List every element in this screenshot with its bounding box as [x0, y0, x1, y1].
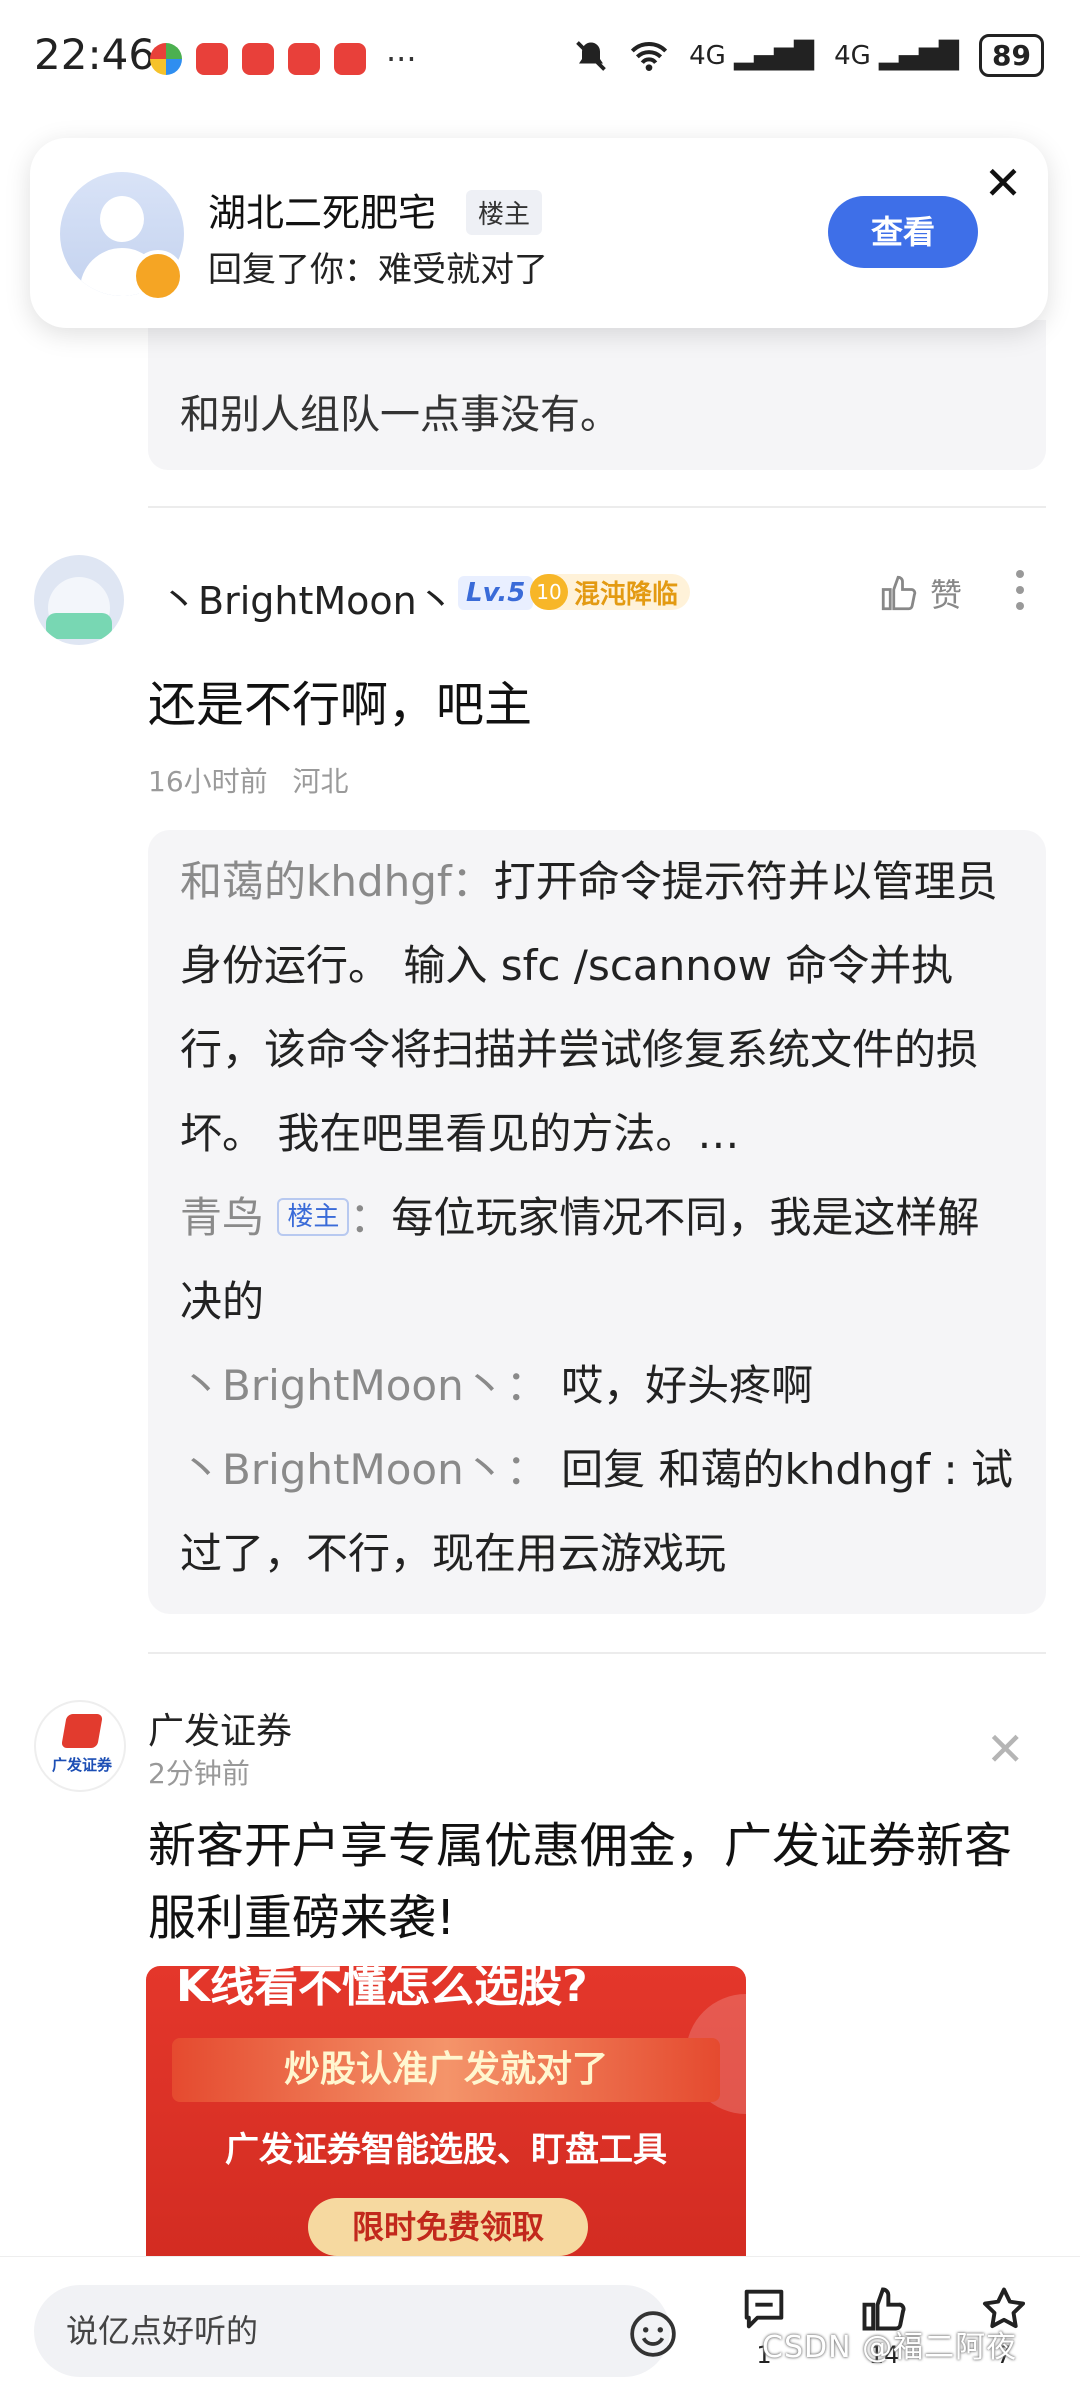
avatar-head-shape — [100, 196, 144, 242]
banner-cta-button[interactable]: 限时免费领取 — [308, 2198, 588, 2256]
battery-icon: 89 — [979, 34, 1044, 77]
comment-username[interactable]: 丶BrightMoon丶 — [160, 570, 455, 625]
comment-input-container[interactable] — [34, 2285, 676, 2377]
sub-reply-separator: ： — [451, 857, 494, 906]
avatar-mask-shape — [46, 613, 112, 639]
mute-bell-icon — [576, 40, 606, 71]
like-label: 赞 — [930, 576, 963, 614]
sub-reply-item[interactable]: 和蔼的khdhgf：打开命令提示符并以管理员身份运行。 输入 sfc /scan… — [180, 840, 1020, 1176]
sub-reply-username[interactable]: 和蔼的khdhgf — [180, 857, 452, 906]
wifi-icon — [631, 41, 668, 71]
previous-reply-text: 和别人组队一点事没有。 — [180, 392, 620, 438]
comment-time: 16小时前 — [148, 765, 268, 798]
advertiser-logo[interactable]: 广发证券 — [34, 1700, 126, 1792]
sub-reply-item[interactable]: 丶BrightMoon丶： 哎，好头疼啊 — [180, 1344, 1020, 1428]
thumb-up-icon — [881, 575, 917, 611]
sub-replies-list: 和蔼的khdhgf：打开命令提示符并以管理员身份运行。 输入 sfc /scan… — [180, 840, 1020, 1596]
like-button[interactable]: 赞 — [878, 570, 962, 616]
status-time: 22:46 — [34, 30, 156, 79]
comment-meta: 16小时前 河北 — [148, 760, 349, 800]
divider — [148, 506, 1046, 508]
banner-slogan: 炒股认准广发就对了 — [172, 2038, 720, 2102]
status-icons: 4G ▂▄▆█ 4G ▂▄▆█ 89 — [573, 34, 1044, 77]
close-ad-icon[interactable]: ✕ — [986, 1722, 1025, 1776]
network-type: 4G — [689, 40, 726, 71]
network-type: 4G — [834, 40, 871, 71]
owner-tag: 楼主 — [466, 190, 543, 235]
sub-reply-item[interactable]: 丶BrightMoon丶： 回复 和蔼的khdhgf : 试过了，不行，现在用云… — [180, 1428, 1020, 1596]
more-options-icon[interactable] — [1016, 570, 1028, 610]
app-icon — [150, 43, 182, 75]
notification-message: 回复了你：难受就对了 — [208, 250, 548, 290]
notification-username: 湖北二死肥宅 — [208, 191, 437, 235]
fan-badge-icon — [132, 250, 184, 302]
advertiser-name[interactable]: 广发证券 — [148, 1702, 292, 1754]
ad-text[interactable]: 新客开户享专属优惠佣金，广发证券新客服利重磅来袭! — [148, 1810, 1048, 1954]
comment-avatar[interactable] — [34, 555, 124, 645]
ad-time: 2分钟前 — [148, 1757, 250, 1790]
signal-icon: 4G ▂▄▆█ — [689, 40, 815, 71]
advertiser-logo-text: 广发证券 — [51, 1756, 112, 1774]
app-icon — [288, 43, 320, 75]
fan-level-title: 混沌降临 — [574, 579, 679, 610]
close-icon[interactable]: ✕ — [978, 158, 1028, 208]
sub-reply-username[interactable]: 丶BrightMoon丶 — [180, 1361, 506, 1410]
comment-location: 河北 — [292, 765, 349, 798]
sub-replies-box[interactable]: 和蔼的khdhgf：打开命令提示符并以管理员身份运行。 输入 sfc /scan… — [148, 830, 1046, 1614]
banner-headline: K线看不懂怎么选股? — [176, 1966, 588, 2012]
notification-app-icons: ··· — [150, 40, 417, 78]
fan-level-badge: 10 混沌降临 — [530, 574, 691, 610]
more-notifications-icon: ··· — [386, 40, 417, 78]
reply-notification-banner[interactable]: 湖北二死肥宅 楼主 回复了你：难受就对了 查看 ✕ — [30, 138, 1048, 328]
ad-banner-image[interactable]: K线看不懂怎么选股? 炒股认准广发就对了 广发证券智能选股、盯盘工具 限时免费领… — [146, 1966, 746, 2256]
comment-input[interactable] — [66, 2285, 586, 2377]
sub-reply-separator: ： — [349, 1193, 392, 1242]
sub-reply-separator: ： — [505, 1445, 562, 1494]
app-icon — [196, 43, 228, 75]
app-icon — [242, 43, 274, 75]
fan-level-number: 10 — [530, 574, 568, 610]
divider — [148, 1652, 1046, 1654]
signal-icon: 4G ▂▄▆█ — [834, 40, 960, 71]
banner-subtitle: 广发证券智能选股、盯盘工具 — [225, 2130, 667, 2170]
view-button[interactable]: 查看 — [828, 196, 978, 268]
sub-reply-item[interactable]: 青鸟 楼主 ：每位玩家情况不同，我是这样解决的 — [180, 1176, 1020, 1344]
watermark-text: CSDN @福二阿夜 — [762, 2330, 1018, 2365]
page: 22:46 ··· 4G ▂▄▆█ 4G ▂▄▆█ 89 湖北二死肥宅 楼主 回… — [0, 0, 1080, 2400]
sub-reply-separator: ： — [505, 1361, 562, 1410]
app-icon — [334, 43, 366, 75]
owner-tag: 楼主 — [277, 1197, 350, 1236]
sub-reply-text: 哎，好头疼啊 — [561, 1361, 814, 1410]
status-bar: 22:46 ··· 4G ▂▄▆█ 4G ▂▄▆█ 89 — [0, 0, 1080, 120]
emoji-icon[interactable] — [628, 2309, 678, 2359]
comment-content: 还是不行啊，吧主 — [148, 677, 533, 733]
sub-reply-username[interactable]: 丶BrightMoon丶 — [180, 1445, 506, 1494]
level-badge: Lv.5 — [458, 576, 534, 610]
logo-mark-shape — [61, 1714, 103, 1748]
sub-reply-username[interactable]: 青鸟 — [180, 1193, 264, 1242]
